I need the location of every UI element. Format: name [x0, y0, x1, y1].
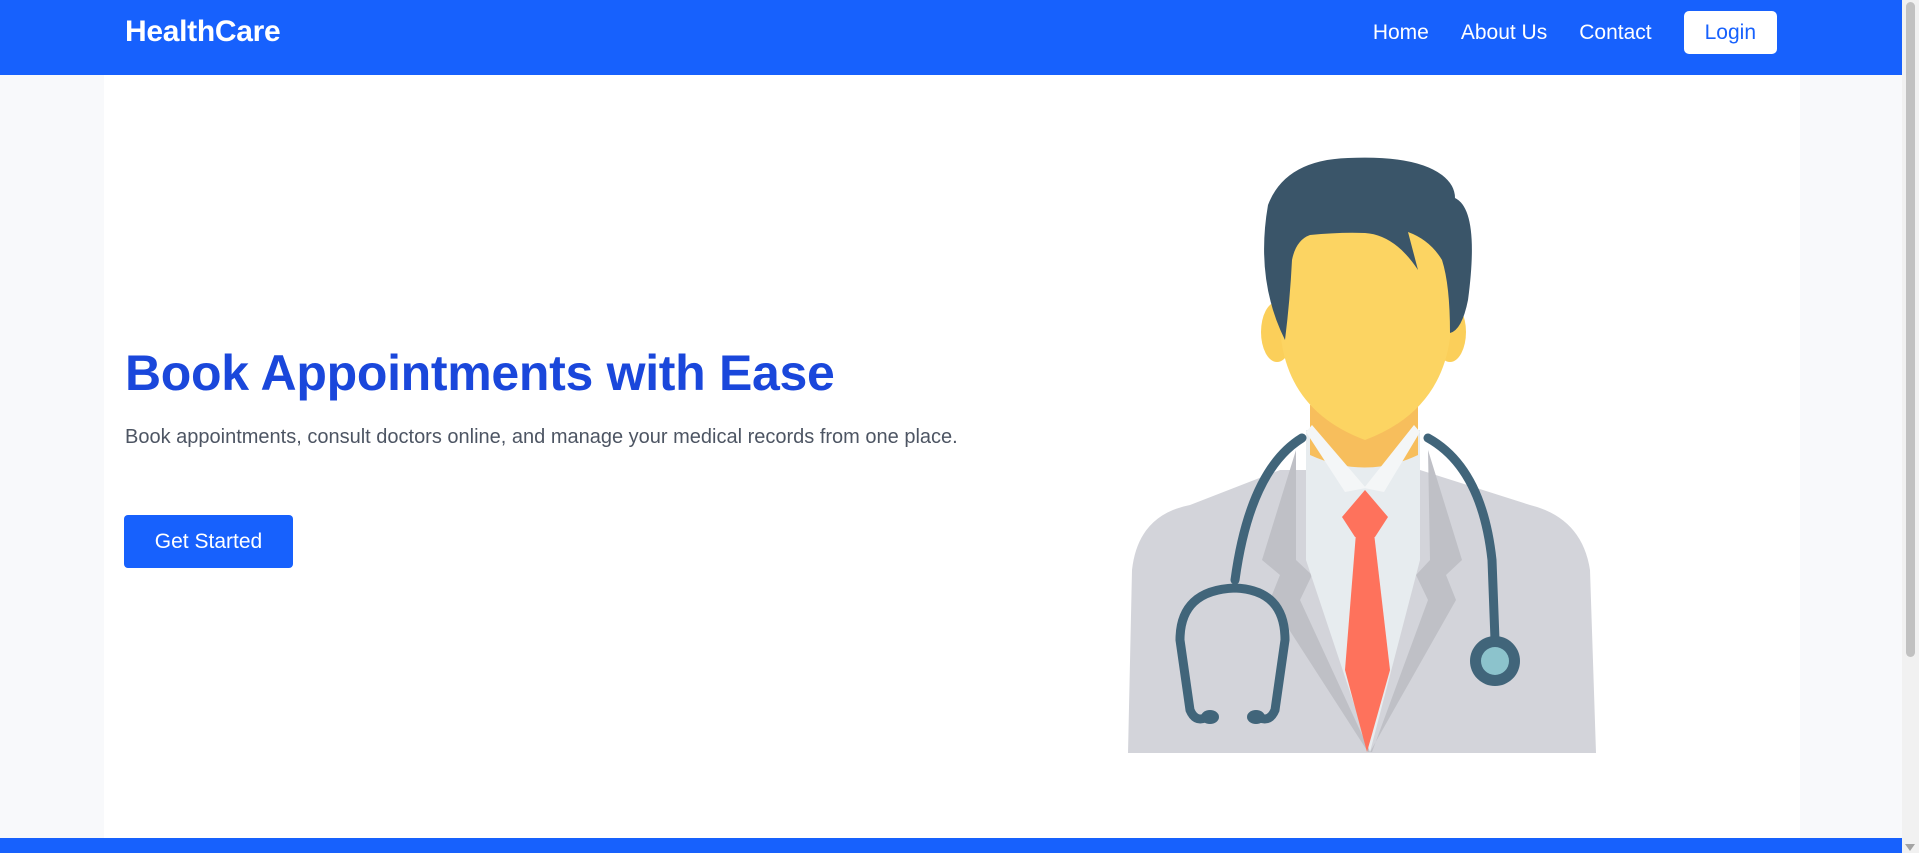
brand-logo[interactable]: HealthCare: [125, 15, 281, 49]
doctor-face: [1281, 212, 1450, 440]
stethoscope-earpiece-left: [1201, 710, 1219, 724]
stethoscope-chest-piece-inner: [1481, 647, 1509, 675]
hero-title: Book Appointments with Ease: [125, 345, 835, 401]
stethoscope-earpiece-right: [1247, 710, 1265, 724]
nav-link-contact[interactable]: Contact: [1579, 21, 1651, 45]
get-started-button[interactable]: Get Started: [124, 515, 293, 568]
nav-link-home[interactable]: Home: [1373, 21, 1429, 45]
hero-subtitle: Book appointments, consult doctors onlin…: [125, 426, 958, 448]
nav-links: Home About Us Contact Login: [1341, 11, 1777, 54]
footer-bar: [0, 838, 1902, 853]
nav-link-about-us[interactable]: About Us: [1461, 21, 1547, 45]
login-button[interactable]: Login: [1683, 11, 1777, 54]
top-navbar: HealthCare Home About Us Contact Login: [0, 0, 1902, 75]
doctor-illustration: [1128, 157, 1596, 753]
scrollbar-thumb[interactable]: [1906, 2, 1915, 657]
scroll-down-arrow-icon[interactable]: [1905, 844, 1915, 851]
vertical-scrollbar[interactable]: [1902, 0, 1919, 853]
